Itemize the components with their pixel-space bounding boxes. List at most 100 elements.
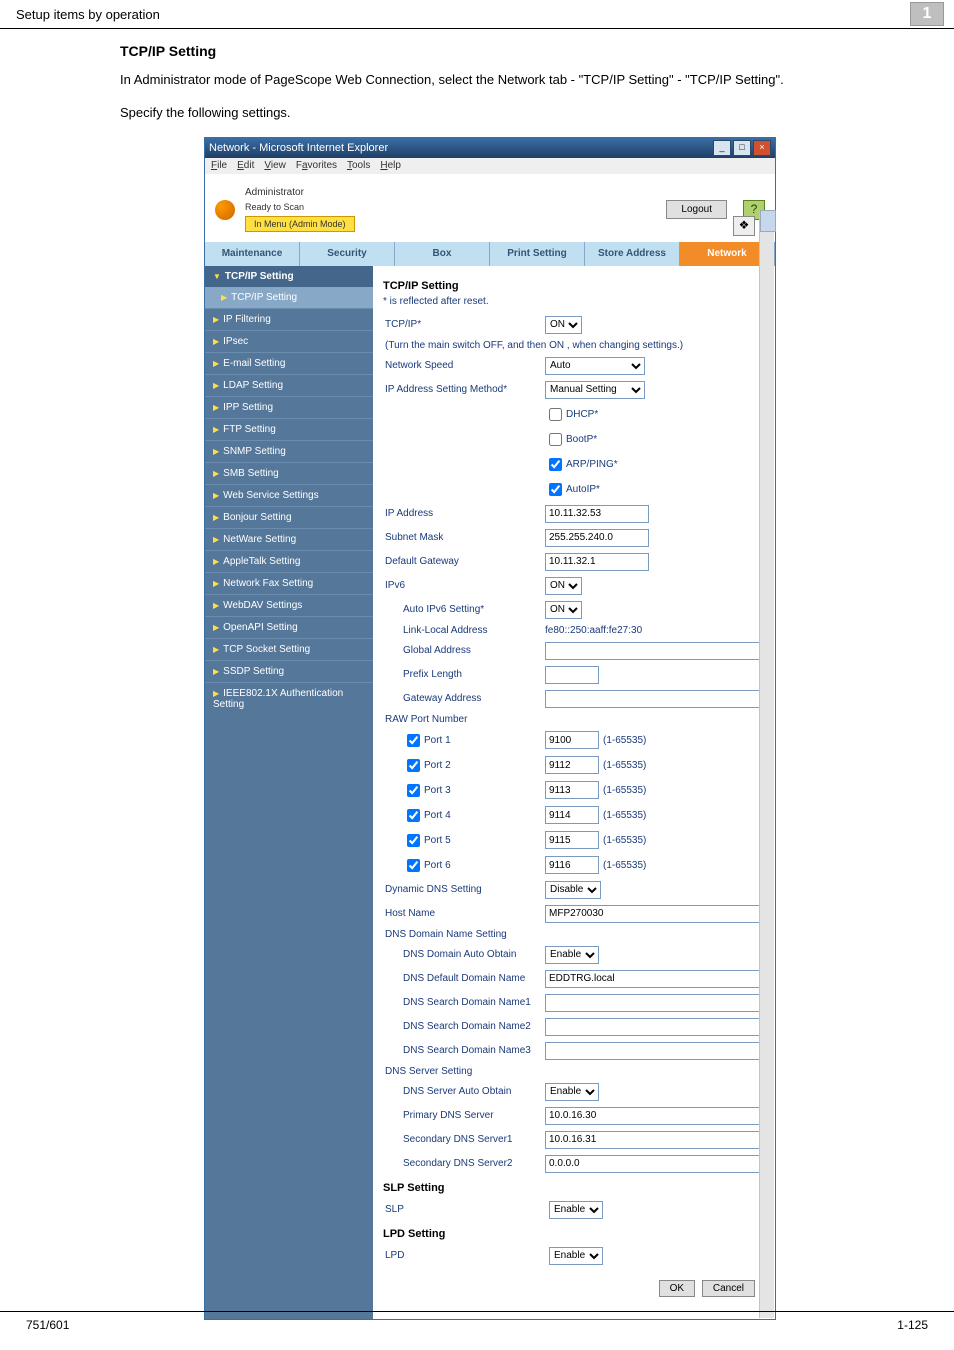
port5-input[interactable] [545,831,599,849]
ddns-select[interactable]: Disable [545,881,601,899]
port3-check[interactable] [407,784,420,797]
side-openapi[interactable]: ▶OpenAPI Setting [205,616,373,638]
bootp-check[interactable] [549,433,562,446]
port5-check[interactable] [407,834,420,847]
dnssrv-label: DNS Server Setting [383,1063,543,1080]
port2-check[interactable] [407,759,420,772]
pri-input[interactable] [545,1107,763,1125]
side-webdav[interactable]: ▶WebDAV Settings [205,594,373,616]
host-label: Host Name [383,902,543,926]
side-ipsec[interactable]: ▶IPsec [205,330,373,352]
sec1-input[interactable] [545,1131,763,1149]
dddef-input[interactable] [545,970,763,988]
port4-check[interactable] [407,809,420,822]
dds2-label: DNS Search Domain Name2 [383,1015,543,1039]
menu-file[interactable]: File [211,160,227,171]
side-appletalk[interactable]: ▶AppleTalk Setting [205,550,373,572]
side-websvc[interactable]: ▶Web Service Settings [205,484,373,506]
footer-left: 751/601 [26,1318,69,1332]
subnet-input[interactable] [545,529,649,547]
scrollbar[interactable] [759,210,774,1318]
role-label: Administrator [245,187,656,198]
lpd-label: LPD [383,1244,547,1268]
autoip-check[interactable] [549,483,562,496]
dnsdomain-label: DNS Domain Name Setting [383,926,543,943]
side-netfax[interactable]: ▶Network Fax Setting [205,572,373,594]
plen-input[interactable] [545,666,599,684]
dsauto-select[interactable]: Enable [545,1083,599,1101]
side-tcpip-sub[interactable]: ▶TCP/IP Setting [205,287,373,308]
ipv6-select[interactable]: ON [545,577,582,595]
llocal-label: Link-Local Address [383,622,543,639]
ipaddr-input[interactable] [545,505,649,523]
dds3-input[interactable] [545,1042,763,1060]
port4-input[interactable] [545,806,599,824]
tab-security[interactable]: Security [300,242,395,266]
side-ssdp[interactable]: ▶SSDP Setting [205,660,373,682]
menu-help[interactable]: Help [380,160,401,171]
menu-view[interactable]: View [264,160,286,171]
menu-tools[interactable]: Tools [347,160,370,171]
side-snmp[interactable]: ▶SNMP Setting [205,440,373,462]
slp-select[interactable]: Enable [549,1201,603,1219]
ipmethod-label: IP Address Setting Method* [383,378,543,402]
side-ieee[interactable]: ▶IEEE802.1X Authentication Setting [205,682,373,715]
ipmethod-select[interactable]: Manual Setting [545,381,645,399]
cancel-button[interactable]: Cancel [702,1280,755,1297]
ok-button[interactable]: OK [659,1280,695,1297]
port6-input[interactable] [545,856,599,874]
dddef-label: DNS Default Domain Name [383,967,543,991]
port6-check[interactable] [407,859,420,872]
mode-label: In Menu (Admin Mode) [245,216,355,232]
close-icon[interactable]: × [753,140,771,156]
side-tcpsocket[interactable]: ▶TCP Socket Setting [205,638,373,660]
netspeed-label: Network Speed [383,354,543,378]
logout-button[interactable]: Logout [666,200,727,219]
side-ldap[interactable]: ▶LDAP Setting [205,374,373,396]
auto6-select[interactable]: ON [545,601,582,619]
gear-icon[interactable]: ❖ [733,216,755,236]
dds2-input[interactable] [545,1018,763,1036]
section-title: TCP/IP Setting [120,43,874,59]
side-smb[interactable]: ▶SMB Setting [205,462,373,484]
ipaddr-label: IP Address [383,502,543,526]
global-input[interactable] [545,642,763,660]
ddns-label: Dynamic DNS Setting [383,878,543,902]
lpd-select[interactable]: Enable [549,1247,603,1265]
tab-maintenance[interactable]: Maintenance [205,242,300,266]
host-input[interactable] [545,905,763,923]
port2-input[interactable] [545,756,599,774]
port1-input[interactable] [545,731,599,749]
maximize-icon[interactable]: □ [733,140,751,156]
port1-check[interactable] [407,734,420,747]
side-netware[interactable]: ▶NetWare Setting [205,528,373,550]
side-bonjour[interactable]: ▶Bonjour Setting [205,506,373,528]
side-tcpip[interactable]: ▼TCP/IP Setting [205,266,373,287]
side-email[interactable]: ▶E-mail Setting [205,352,373,374]
sec2-input[interactable] [545,1155,763,1173]
side-ipp[interactable]: ▶IPP Setting [205,396,373,418]
port3-input[interactable] [545,781,599,799]
side-ftp[interactable]: ▶FTP Setting [205,418,373,440]
tab-box[interactable]: Box [395,242,490,266]
netspeed-select[interactable]: Auto [545,357,645,375]
side-ipfilter[interactable]: ▶IP Filtering [205,308,373,330]
tab-store[interactable]: Store Address [585,242,680,266]
gaddr-label: Gateway Address [383,687,543,711]
gateway-input[interactable] [545,553,649,571]
tab-print[interactable]: Print Setting [490,242,585,266]
menu-favorites[interactable]: Favorites [296,160,337,171]
gateway-label: Default Gateway [383,550,543,574]
plen-label: Prefix Length [383,663,543,687]
menu-edit[interactable]: Edit [237,160,254,171]
dhcp-check[interactable] [549,408,562,421]
arp-check[interactable] [549,458,562,471]
gaddr-input[interactable] [545,690,763,708]
auto6-label: Auto IPv6 Setting* [383,598,543,622]
dds1-input[interactable] [545,994,763,1012]
llocal-value: fe80::250:aaff:fe27:30 [543,622,765,639]
tcpip-select[interactable]: ON [545,316,582,334]
pri-label: Primary DNS Server [383,1104,543,1128]
minimize-icon[interactable]: _ [713,140,731,156]
ddauto-select[interactable]: Enable [545,946,599,964]
